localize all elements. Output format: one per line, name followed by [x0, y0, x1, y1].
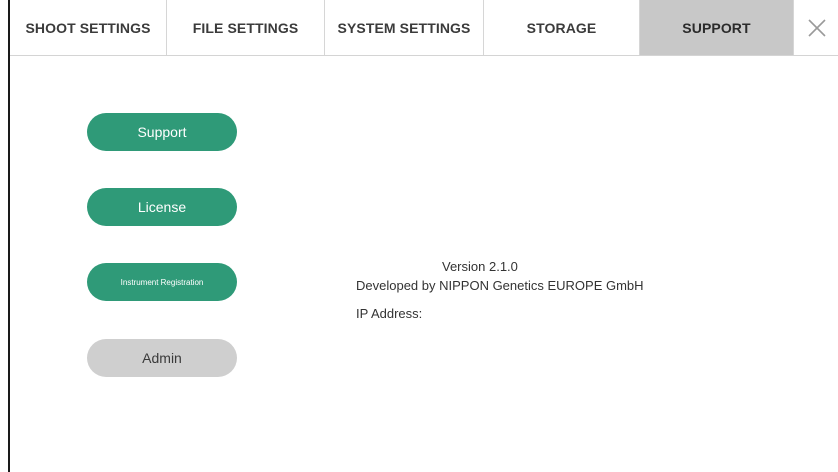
- settings-window: SHOOT SETTINGS FILE SETTINGS SYSTEM SETT…: [8, 0, 838, 472]
- tab-file-settings[interactable]: FILE SETTINGS: [167, 0, 325, 55]
- close-button[interactable]: [793, 0, 838, 55]
- license-button[interactable]: License: [87, 188, 237, 226]
- admin-button[interactable]: Admin: [87, 339, 237, 377]
- support-button[interactable]: Support: [87, 113, 237, 151]
- version-text: Version 2.1.0: [442, 259, 518, 274]
- ip-address-label: IP Address:: [356, 306, 423, 321]
- tab-shoot-settings[interactable]: SHOOT SETTINGS: [10, 0, 167, 55]
- tab-bar: SHOOT SETTINGS FILE SETTINGS SYSTEM SETT…: [10, 0, 838, 56]
- close-icon: [808, 18, 826, 37]
- developer-text: Developed by NIPPON Genetics EUROPE GmbH: [356, 278, 644, 293]
- tab-storage[interactable]: STORAGE: [484, 0, 640, 55]
- tab-system-settings[interactable]: SYSTEM SETTINGS: [325, 0, 484, 55]
- ip-address-row: IP Address:: [356, 306, 422, 321]
- instrument-registration-button[interactable]: Instrument Registration: [87, 263, 237, 301]
- tab-support[interactable]: SUPPORT: [640, 0, 793, 55]
